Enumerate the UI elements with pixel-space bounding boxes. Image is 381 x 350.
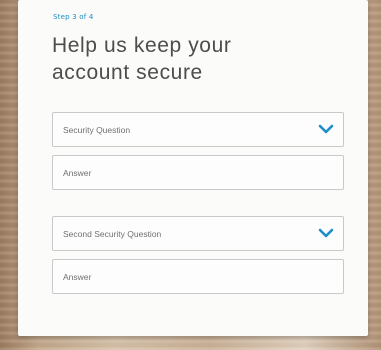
page-title-line-1: Help us keep your [52,34,232,57]
answer-field-1[interactable]: Answer [52,155,344,190]
answer-field-1-placeholder: Answer [63,167,92,178]
security-question-select[interactable]: Security Question [52,112,344,147]
security-form-card: Step 3 of 4 Help us keep your account se… [18,0,368,336]
page-title-line-2: account secure [52,61,203,84]
second-security-question-select[interactable]: Second Security Question [52,216,344,251]
page-title: Help us keep your account secure [52,32,352,86]
step-indicator: Step 3 of 4 [53,13,94,21]
chevron-down-icon[interactable] [318,122,334,136]
answer-field-2-placeholder: Answer [63,271,92,282]
second-security-question-label: Second Security Question [63,228,162,239]
chevron-down-icon[interactable] [318,226,334,240]
answer-field-2[interactable]: Answer [52,259,344,294]
security-question-label: Security Question [63,124,131,135]
